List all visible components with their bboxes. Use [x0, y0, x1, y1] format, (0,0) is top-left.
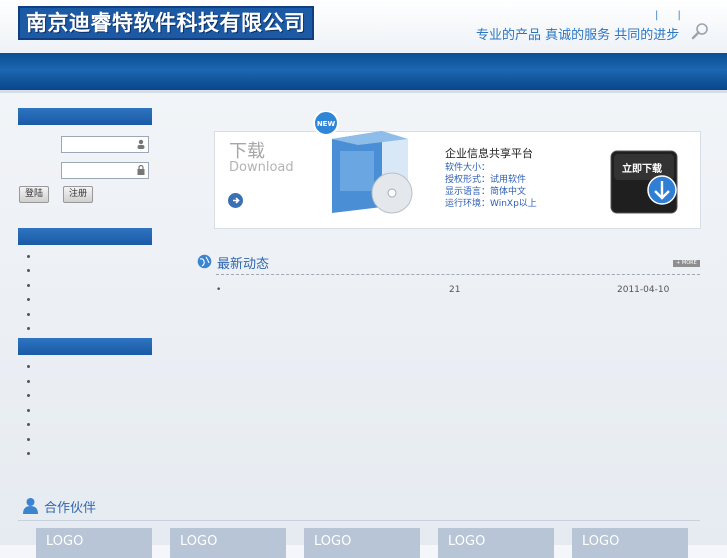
list-bullet	[27, 452, 30, 455]
login-button[interactable]: 登陆	[19, 186, 50, 203]
partner-logo-text: LOGO	[314, 534, 352, 549]
software-box-image: NEW	[313, 111, 413, 214]
list-bullet	[27, 409, 30, 412]
company-logo[interactable]: 南京迪睿特软件科技有限公司	[18, 6, 314, 40]
news-section-title: 最新动态	[217, 257, 270, 272]
partners-divider	[18, 520, 700, 521]
banner-divider	[0, 90, 727, 93]
globe-icon	[197, 254, 212, 269]
news-item-bullet: •	[216, 285, 222, 295]
list-bullet	[27, 394, 30, 397]
sidebar-list-header-2	[18, 338, 152, 355]
partner-logo[interactable]: LOGO	[170, 528, 286, 558]
list-bullet	[27, 438, 30, 441]
arrow-right-icon[interactable]	[228, 193, 243, 208]
register-button[interactable]: 注册	[63, 186, 94, 203]
partner-logo-text: LOGO	[448, 534, 486, 549]
list-bullet	[27, 380, 30, 383]
search-icon[interactable]	[691, 22, 709, 40]
header-slogan: 专业的产品 真诚的服务 共同的进步	[476, 28, 680, 43]
news-item-title[interactable]: 21	[449, 285, 460, 295]
partner-logo[interactable]: LOGO	[438, 528, 554, 558]
partner-logo[interactable]: LOGO	[572, 528, 688, 558]
download-subtitle: Download	[229, 160, 294, 175]
news-item-date: 2011-04-10	[617, 285, 670, 295]
partners-section-title: 合作伙伴	[44, 501, 97, 516]
product-name: 企业信息共享平台	[445, 147, 533, 160]
partner-logo[interactable]: LOGO	[304, 528, 420, 558]
list-bullet	[27, 269, 30, 272]
username-field[interactable]	[61, 136, 149, 153]
person-icon	[23, 498, 38, 514]
list-bullet	[27, 255, 30, 258]
list-bullet	[27, 423, 30, 426]
more-button[interactable]: + MORE	[673, 260, 700, 267]
list-bullet	[27, 284, 30, 287]
header-links[interactable]: | |	[655, 10, 689, 21]
sidebar-list-header-1	[18, 228, 152, 245]
sidebar-login-header	[18, 108, 152, 125]
new-badge: NEW	[317, 120, 336, 128]
download-now-button[interactable]: 立即下载	[610, 150, 680, 216]
banner	[0, 53, 727, 90]
password-field[interactable]	[61, 162, 149, 179]
list-bullet	[27, 313, 30, 316]
product-environment: 运行环境：WinXp以上	[445, 199, 537, 209]
list-bullet	[27, 298, 30, 301]
partner-logo-text: LOGO	[46, 534, 84, 549]
partner-logo[interactable]: LOGO	[36, 528, 152, 558]
list-bullet	[27, 327, 30, 330]
download-now-label: 立即下载	[622, 162, 662, 175]
user-icon	[137, 139, 145, 149]
lock-icon	[137, 165, 145, 175]
partner-logo-text: LOGO	[180, 534, 218, 549]
partner-logo-text: LOGO	[582, 534, 620, 549]
news-divider	[216, 274, 700, 275]
list-bullet	[27, 365, 30, 368]
